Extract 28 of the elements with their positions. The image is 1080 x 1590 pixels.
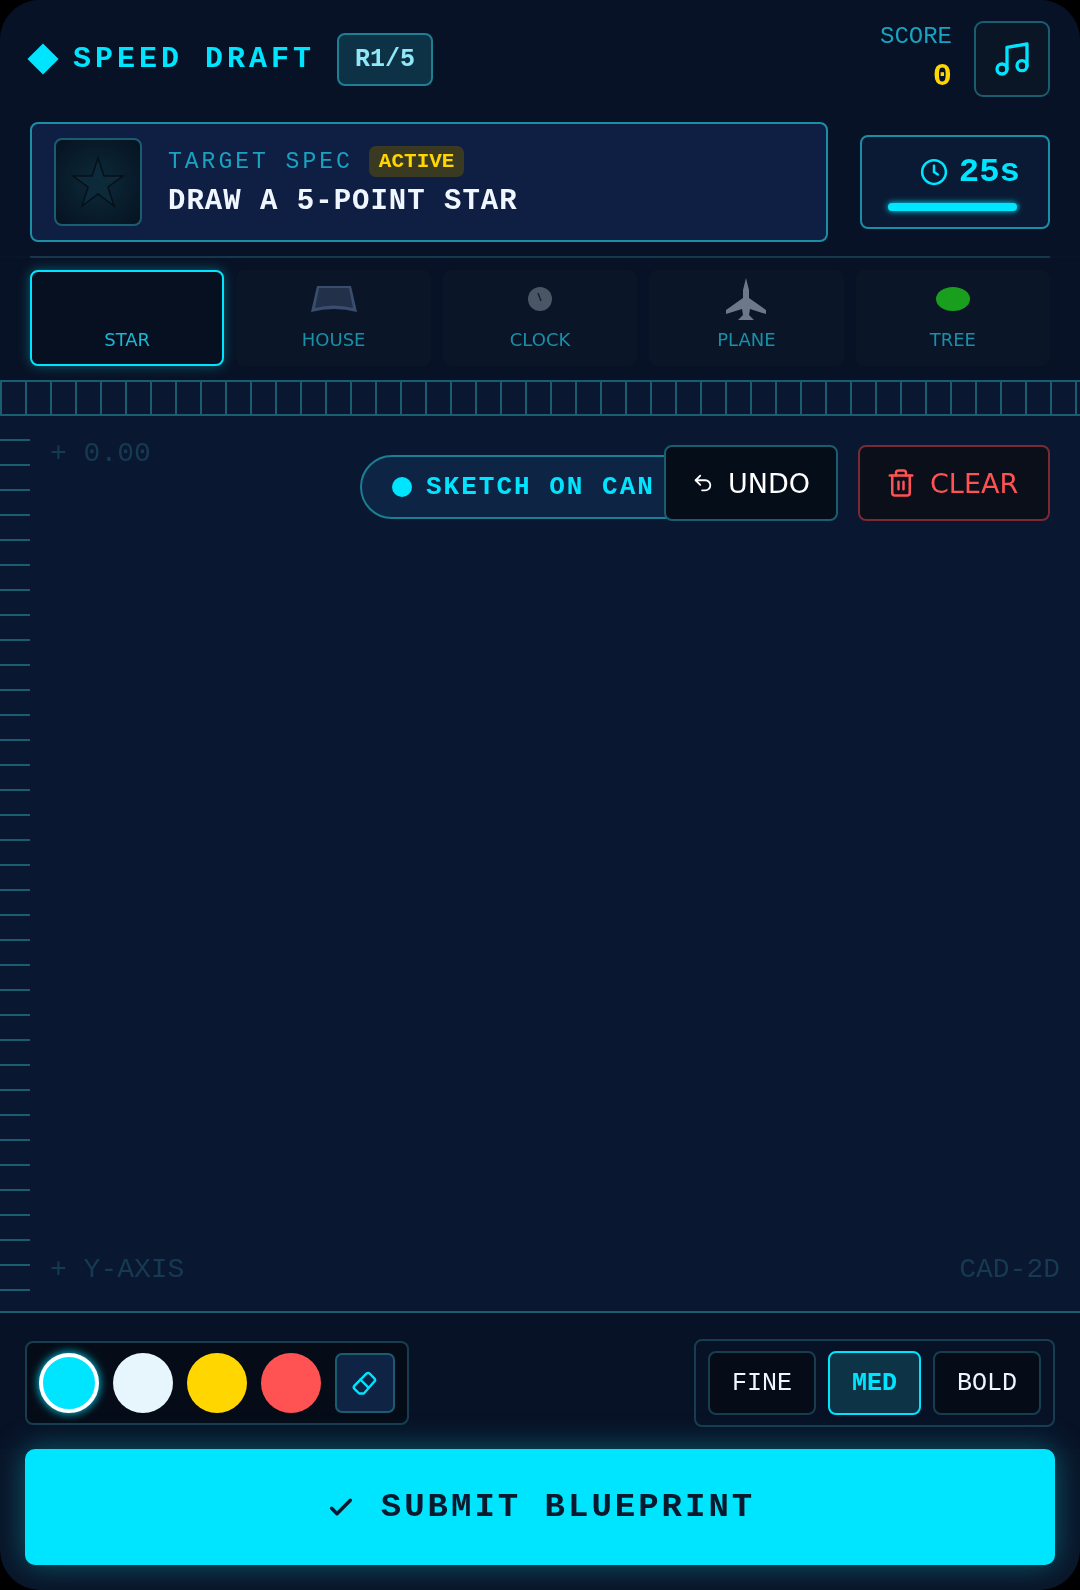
eraser-button[interactable] [335, 1353, 395, 1413]
clear-button[interactable]: CLEAR [858, 445, 1050, 521]
target-label: TARGET SPEC [168, 148, 353, 175]
music-button[interactable] [974, 21, 1050, 97]
clock-icon [918, 157, 949, 187]
roof-icon [308, 284, 359, 314]
stroke-option[interactable]: FINE [707, 1351, 816, 1415]
color-swatch[interactable] [261, 1353, 321, 1413]
instruction-text: DRAW A 5-POINT STAR [168, 185, 518, 218]
trash-icon [886, 468, 916, 498]
round-badge: R1/5 [337, 32, 434, 86]
timer-value: 25s [958, 153, 1020, 191]
shape-tab[interactable]: STAR [30, 270, 225, 366]
undo-button[interactable]: UNDO [664, 445, 838, 521]
stroke-option[interactable]: MED [827, 1351, 921, 1415]
score-value: 0 [932, 58, 952, 95]
clock-face-icon [527, 286, 553, 312]
eraser-icon [351, 1369, 379, 1397]
stroke-option[interactable]: BOLD [933, 1351, 1041, 1415]
submit-button[interactable]: SUBMIT BLUEPRINT [25, 1449, 1055, 1565]
color-swatch[interactable] [187, 1353, 247, 1413]
color-swatch[interactable] [39, 1353, 99, 1413]
status-badge: ACTIVE [368, 146, 465, 177]
tree-icon [934, 286, 971, 312]
score-label: SCORE [880, 23, 952, 50]
color-swatch[interactable] [113, 1353, 173, 1413]
app-title: SPEED DRAFT [73, 42, 316, 76]
music-note-icon [992, 39, 1032, 79]
